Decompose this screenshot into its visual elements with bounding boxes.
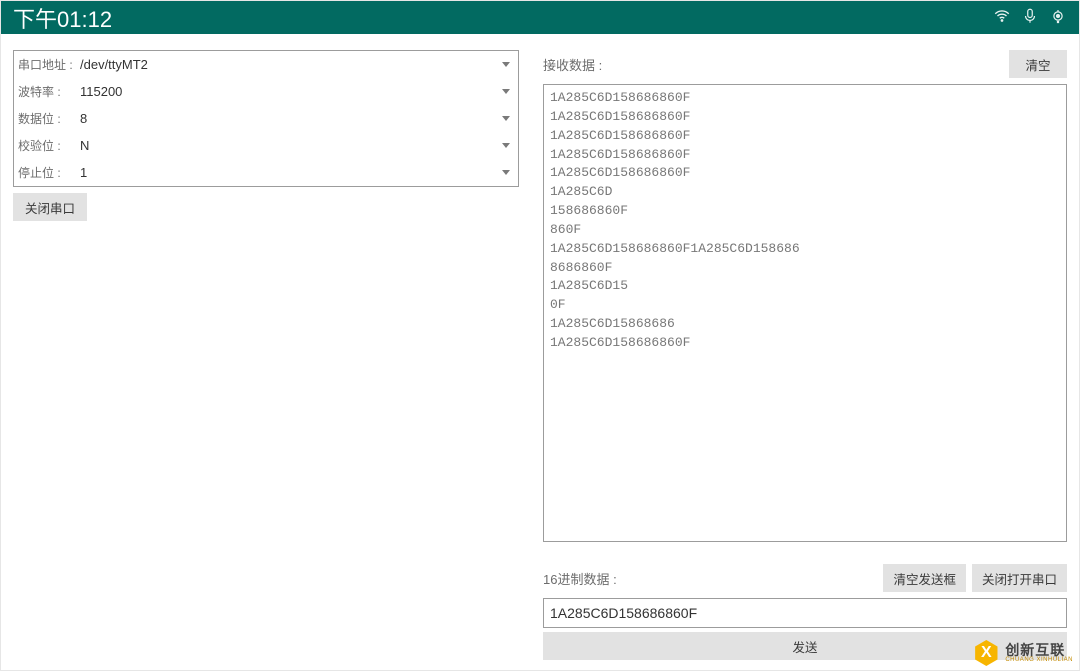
baud-rate-label: 波特率 :	[18, 83, 76, 100]
toggle-serial-button[interactable]: 关闭打开串口	[972, 564, 1067, 592]
chevron-down-icon	[502, 89, 510, 94]
data-bits-value: 8	[76, 111, 502, 126]
mic-icon	[1021, 5, 1039, 31]
clear-send-button[interactable]: 清空发送框	[883, 564, 966, 592]
chevron-down-icon	[502, 116, 510, 121]
serial-address-dropdown[interactable]: 串口地址 : /dev/ttyMT2	[14, 51, 518, 78]
baud-rate-dropdown[interactable]: 波特率 : 115200	[14, 78, 518, 105]
hex-send-input[interactable]	[543, 598, 1067, 628]
parity-dropdown[interactable]: 校验位 : N	[14, 132, 518, 159]
parity-value: N	[76, 138, 502, 153]
data-bits-dropdown[interactable]: 数据位 : 8	[14, 105, 518, 132]
stop-bits-value: 1	[76, 165, 502, 180]
clear-receive-button[interactable]: 清空	[1009, 50, 1067, 78]
receive-data-box[interactable]: 1A285C6D158686860F 1A285C6D158686860F 1A…	[543, 84, 1067, 542]
stop-bits-label: 停止位 :	[18, 164, 76, 181]
data-panel: 接收数据 : 清空 1A285C6D158686860F 1A285C6D158…	[531, 34, 1079, 671]
serial-config-box: 串口地址 : /dev/ttyMT2 波特率 : 115200 数据位 : 8 …	[13, 50, 519, 187]
send-button[interactable]: 发送	[543, 632, 1067, 660]
app-content: 串口地址 : /dev/ttyMT2 波特率 : 115200 数据位 : 8 …	[1, 34, 1079, 671]
receive-header: 接收数据 : 清空	[543, 50, 1067, 78]
data-bits-label: 数据位 :	[18, 110, 76, 127]
android-status-bar: 下午01:12	[1, 1, 1079, 34]
baud-rate-value: 115200	[76, 84, 502, 99]
chevron-down-icon	[502, 170, 510, 175]
status-bar-icons	[993, 5, 1067, 31]
status-bar-time: 下午01:12	[13, 2, 112, 34]
close-serial-button[interactable]: 关闭串口	[13, 193, 87, 221]
serial-config-panel: 串口地址 : /dev/ttyMT2 波特率 : 115200 数据位 : 8 …	[1, 34, 531, 671]
stop-bits-dropdown[interactable]: 停止位 : 1	[14, 159, 518, 186]
send-header: 16进制数据 : 清空发送框 关闭打开串口	[543, 564, 1067, 592]
hex-data-label: 16进制数据 :	[543, 569, 617, 588]
camera-icon	[1049, 5, 1067, 31]
serial-address-value: /dev/ttyMT2	[76, 57, 502, 72]
serial-address-label: 串口地址 :	[18, 56, 76, 73]
wifi-icon	[993, 5, 1011, 31]
receive-data-label: 接收数据 :	[543, 55, 602, 74]
chevron-down-icon	[502, 143, 510, 148]
parity-label: 校验位 :	[18, 137, 76, 154]
chevron-down-icon	[502, 62, 510, 67]
